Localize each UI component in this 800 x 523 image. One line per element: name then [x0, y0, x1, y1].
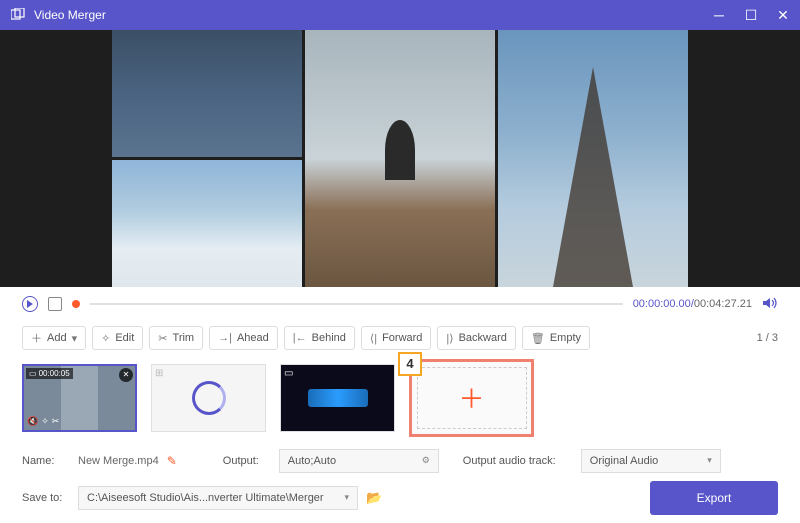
- ahead-button[interactable]: →| Ahead: [209, 326, 278, 350]
- preview-col-1: [112, 30, 302, 287]
- save-value: C:\Aiseesoft Studio\Ais...nverter Ultima…: [87, 492, 324, 504]
- clip-thumb-1[interactable]: ▭ 00:00:05 ✕ 🔇 ✧ ✂: [22, 364, 137, 432]
- output-label: Output:: [223, 455, 271, 467]
- seek-track[interactable]: [90, 303, 623, 305]
- trim-label: Trim: [173, 332, 195, 344]
- time-display: 00:00:00.00/00:04:27.21: [633, 298, 752, 310]
- scissors-icon: ✂: [158, 332, 167, 345]
- minimize-button[interactable]: ─: [712, 8, 726, 22]
- clip-tools: 🔇 ✧ ✂: [27, 416, 59, 427]
- name-label: Name:: [22, 455, 70, 467]
- save-combo[interactable]: C:\Aiseesoft Studio\Ais...nverter Ultima…: [78, 486, 358, 510]
- play-button[interactable]: [22, 296, 38, 312]
- app-icon: [10, 7, 26, 23]
- callout-badge: 4: [398, 352, 422, 376]
- page-indicator: 1 / 3: [757, 332, 778, 344]
- maximize-button[interactable]: ☐: [744, 8, 758, 22]
- gear-icon[interactable]: ⚙: [422, 455, 430, 466]
- toolbar: ＋ Add ▾ ✧ Edit ✂ Trim →| Ahead |← Behind ⟨| For…: [0, 321, 800, 355]
- audio-label: Output audio track:: [463, 455, 573, 467]
- behind-icon: |←: [293, 332, 307, 344]
- pencil-icon[interactable]: ✎: [167, 454, 177, 468]
- trash-icon: 🗑: [531, 332, 545, 345]
- forward-label: Forward: [382, 332, 422, 344]
- save-label: Save to:: [22, 492, 70, 504]
- preview-image: [112, 160, 302, 287]
- clip-timestamp: ▭ 00:00:05: [26, 368, 73, 379]
- add-button[interactable]: ＋ Add ▾: [22, 326, 86, 350]
- bottom-panel: Name: New Merge.mp4 ✎ Output: Auto;Auto …: [0, 441, 800, 523]
- folder-icon[interactable]: 📂: [366, 490, 382, 506]
- ahead-icon: →|: [218, 332, 232, 344]
- loading-icon: [192, 381, 226, 415]
- edit-label: Edit: [115, 332, 134, 344]
- forward-button[interactable]: ⟨| Forward: [361, 326, 432, 350]
- preview-image: [305, 30, 495, 287]
- time-total: 00:04:27.21: [694, 298, 752, 310]
- preview-col-2: [305, 30, 495, 287]
- preview-image: [498, 30, 688, 287]
- audio-combo[interactable]: Original Audio ▾: [581, 449, 721, 473]
- window-title: Video Merger: [34, 8, 712, 22]
- add-clip-slot[interactable]: 4 ＋: [409, 359, 534, 437]
- grid-icon: ⊞: [155, 368, 163, 379]
- wand-icon[interactable]: ✧: [41, 416, 49, 427]
- clip-thumb-3[interactable]: ▭: [280, 364, 395, 432]
- backward-icon: |⟩: [446, 332, 453, 345]
- wand-icon: ✧: [101, 332, 110, 345]
- empty-button[interactable]: 🗑 Empty: [522, 326, 590, 350]
- preview-col-3: [498, 30, 688, 287]
- main: 00:00:00.00/00:04:27.21 ＋ Add ▾ ✧ Edit ✂ Tri…: [0, 30, 800, 523]
- preview-image: [112, 30, 302, 157]
- seek-handle[interactable]: [72, 300, 80, 308]
- chevron-down-icon: ▾: [344, 492, 349, 503]
- chevron-down-icon: ▾: [707, 455, 712, 466]
- clip-remove-icon[interactable]: ✕: [119, 368, 133, 382]
- empty-label: Empty: [550, 332, 581, 344]
- behind-button[interactable]: |← Behind: [284, 326, 355, 350]
- clips-row: ▭ 00:00:05 ✕ 🔇 ✧ ✂ ⊞ ▭ 4 ＋: [0, 355, 800, 441]
- plus-icon: ＋: [31, 330, 42, 346]
- scissors-icon[interactable]: ✂: [52, 416, 60, 427]
- stop-button[interactable]: [48, 297, 62, 311]
- time-current: 00:00:00.00: [633, 298, 691, 310]
- volume-icon[interactable]: [762, 296, 778, 313]
- ahead-label: Ahead: [237, 332, 269, 344]
- trim-button[interactable]: ✂ Trim: [149, 326, 203, 350]
- mute-icon[interactable]: 🔇: [27, 416, 38, 427]
- row-2: Save to: C:\Aiseesoft Studio\Ais...nvert…: [22, 481, 778, 515]
- add-clip-inner: ＋: [417, 367, 527, 429]
- film-icon: ▭: [284, 368, 293, 379]
- playback-bar: 00:00:00.00/00:04:27.21: [0, 287, 800, 321]
- window-controls: ─ ☐ ✕: [712, 8, 790, 22]
- audio-value: Original Audio: [590, 455, 659, 467]
- backward-button[interactable]: |⟩ Backward: [437, 326, 515, 350]
- titlebar: Video Merger ─ ☐ ✕: [0, 0, 800, 30]
- clip-thumb-2[interactable]: ⊞: [151, 364, 266, 432]
- row-1: Name: New Merge.mp4 ✎ Output: Auto;Auto …: [22, 449, 778, 473]
- add-label: Add: [47, 332, 67, 344]
- output-value: Auto;Auto: [288, 455, 336, 467]
- chevron-down-icon: ▾: [72, 332, 78, 345]
- export-button[interactable]: Export: [650, 481, 778, 515]
- behind-label: Behind: [312, 332, 346, 344]
- forward-icon: ⟨|: [370, 332, 377, 345]
- backward-label: Backward: [459, 332, 507, 344]
- output-combo[interactable]: Auto;Auto ⚙: [279, 449, 439, 473]
- close-button[interactable]: ✕: [776, 8, 790, 22]
- edit-button[interactable]: ✧ Edit: [92, 326, 143, 350]
- preview-area: [0, 30, 800, 287]
- plus-icon: ＋: [458, 379, 484, 416]
- name-value: New Merge.mp4: [78, 455, 159, 467]
